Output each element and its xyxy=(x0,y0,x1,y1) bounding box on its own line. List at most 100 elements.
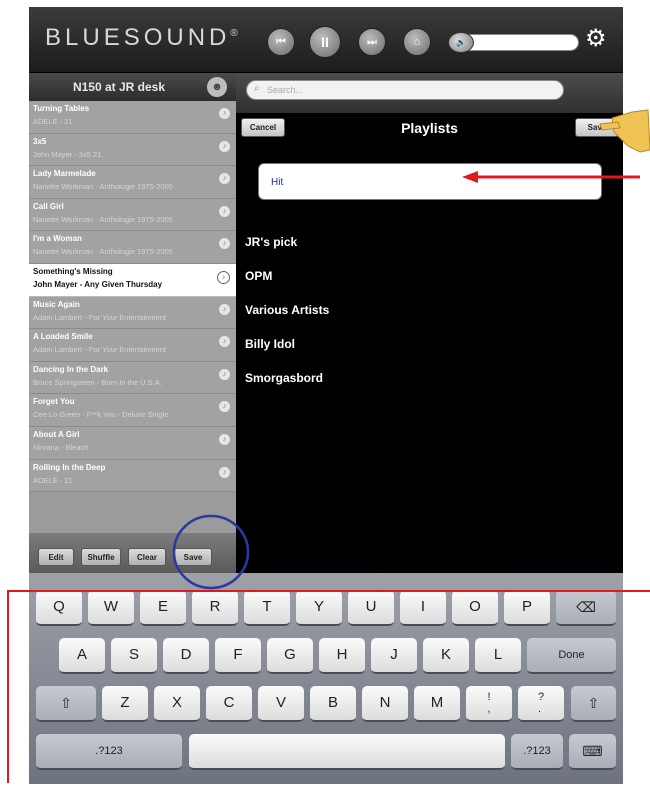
key-f[interactable]: F xyxy=(215,638,261,674)
playlist-item[interactable]: Various Artists xyxy=(245,303,329,317)
onscreen-keyboard: Q W E R T Y U I O P ⌫ A S D F G H J K L Done ⇧ Z X C V B N M! ,? . ⇧.… xyxy=(29,573,623,784)
key-k[interactable]: K xyxy=(423,638,469,674)
queue-toolbar: Edit Shuffle Clear Save xyxy=(29,533,236,573)
key-j[interactable]: J xyxy=(371,638,417,674)
key-row3-3[interactable]: V xyxy=(258,686,304,722)
hide-keyboard-key[interactable]: ⌨ xyxy=(569,734,616,770)
save-playlist-button[interactable]: Save xyxy=(575,118,619,137)
queue-item-title: Something's Missing xyxy=(33,266,113,276)
space-key[interactable] xyxy=(189,734,505,770)
queue-item-title: Dancing In the Dark xyxy=(33,364,109,374)
queue-item-info-icon[interactable]: ♪ xyxy=(219,433,230,445)
volume-slider[interactable]: 🔊 xyxy=(448,32,579,53)
queue-item[interactable]: A Loaded Smile Adam Lambert - For Your En… xyxy=(29,329,236,362)
playlist-item[interactable]: Billy Idol xyxy=(245,337,295,351)
key-row3-8[interactable]: ? . xyxy=(518,686,564,722)
key-row3-1[interactable]: X xyxy=(154,686,200,722)
queue-item-info-icon[interactable]: ♪ xyxy=(219,205,230,217)
brand-name: BLUESOUND xyxy=(45,24,231,51)
user-icon[interactable]: ☻ xyxy=(207,77,227,97)
queue-item[interactable]: About A Girl Nirvana - Bleach ♪ xyxy=(29,426,236,460)
queue-item-subtitle: John Mayer - Any Given Thursday xyxy=(33,279,163,289)
queue-item-info-icon[interactable]: ♪ xyxy=(219,368,230,380)
key-h[interactable]: H xyxy=(319,638,365,674)
key-u[interactable]: U xyxy=(348,590,394,626)
key-d[interactable]: D xyxy=(163,638,209,674)
queue-item-subtitle: Nirvana - Bleach xyxy=(33,442,89,452)
shift-key-left[interactable]: ⇧ xyxy=(36,686,96,722)
queue-item-title: Turning Tables xyxy=(33,104,90,113)
queue-item-subtitle: John Mayer - 3x5 21 xyxy=(33,149,102,159)
backspace-key[interactable]: ⌫ xyxy=(556,590,616,626)
numbers-key-right[interactable]: .?123 xyxy=(511,734,563,770)
queue-item[interactable]: Call Girl Nanette Workman - Anthologie 19… xyxy=(29,198,236,232)
queue-item-info-icon[interactable]: ♪ xyxy=(219,140,230,152)
edit-button[interactable]: Edit xyxy=(38,548,74,566)
home-button[interactable]: ⌂ xyxy=(403,28,431,56)
queue-item[interactable]: Something's Missing John Mayer - Any Give… xyxy=(29,263,236,297)
key-row3-4[interactable]: B xyxy=(310,686,356,722)
clear-button[interactable]: Clear xyxy=(128,548,166,566)
queue-item-title: A Loaded Smile xyxy=(33,332,93,342)
playlist-name-input[interactable] xyxy=(271,174,571,190)
key-t[interactable]: T xyxy=(244,590,290,626)
key-p[interactable]: P xyxy=(504,590,550,626)
key-row3-6[interactable]: M xyxy=(414,686,460,722)
key-i[interactable]: I xyxy=(400,590,446,626)
queue-list: Turning Tables ADELE - 21 ♪ 3x5 John Mayer -… xyxy=(29,101,236,493)
queue-item[interactable]: 3x5 John Mayer - 3x5 21 ♪ xyxy=(29,133,236,167)
key-l[interactable]: L xyxy=(475,638,521,674)
done-key[interactable]: Done xyxy=(527,638,616,674)
shift-key-right[interactable]: ⇧ xyxy=(571,686,616,722)
playlist-item[interactable]: JR's pick xyxy=(245,235,297,249)
playlist-name-field[interactable] xyxy=(258,163,602,200)
queue-item[interactable]: Rolling In the Deep ADELE - 21 ♪ xyxy=(29,459,236,493)
playlist-item[interactable]: Smorgasbord xyxy=(245,371,323,385)
search-field[interactable]: ⌕ xyxy=(246,80,564,100)
previous-icon: ⏮ xyxy=(276,35,286,48)
shuffle-button[interactable]: Shuffle xyxy=(81,548,121,566)
key-r[interactable]: R xyxy=(192,590,238,626)
queue-item[interactable]: Turning Tables ADELE - 21 ♪ xyxy=(29,101,236,134)
queue-item[interactable]: I'm a Woman Nanette Workman - Anthologie … xyxy=(29,231,236,264)
queue-item-info-icon[interactable]: ♪ xyxy=(217,270,230,284)
next-track-button[interactable]: ⏭ xyxy=(358,28,386,56)
queue-item[interactable]: Dancing In the Dark Bruce Springsteen - B… xyxy=(29,361,236,395)
playlists-header: Cancel Playlists Save xyxy=(236,113,623,143)
settings-button[interactable]: ⚙ xyxy=(585,27,607,51)
queue-item-info-icon[interactable]: ♪ xyxy=(219,108,230,119)
queue-item-title: Forget You xyxy=(33,397,75,407)
key-row3-5[interactable]: N xyxy=(362,686,408,722)
home-icon: ⌂ xyxy=(413,36,421,48)
queue-item-info-icon[interactable]: ♪ xyxy=(219,303,230,315)
key-row3-7[interactable]: ! , xyxy=(466,686,512,722)
key-q[interactable]: Q xyxy=(36,590,82,626)
volume-knob[interactable]: 🔊 xyxy=(448,32,474,53)
save-queue-button[interactable]: Save xyxy=(174,548,212,566)
user-glyph: ☻ xyxy=(211,81,223,93)
key-row3-2[interactable]: C xyxy=(206,686,252,722)
key-row3-0[interactable]: Z xyxy=(102,686,148,722)
numbers-key-left[interactable]: .?123 xyxy=(36,734,182,770)
key-a[interactable]: A xyxy=(59,638,105,674)
queue-item-subtitle: Bruce Springsteen - Born In the U.S.A. xyxy=(33,377,162,387)
key-y[interactable]: Y xyxy=(296,590,342,626)
key-g[interactable]: G xyxy=(267,638,313,674)
top-bar: BLUESOUND® ⏮ II ⏭ ⌂ 🔊 ⚙ xyxy=(29,7,623,73)
queue-item[interactable]: Forget You Cee Lo Green - F**k You - Delu… xyxy=(29,394,236,427)
playlist-item[interactable]: OPM xyxy=(245,269,272,283)
queue-item-subtitle: Adam Lambert - For Your Entertainment xyxy=(33,345,166,355)
brand-mark: ® xyxy=(230,28,242,39)
key-o[interactable]: O xyxy=(452,590,498,626)
key-e[interactable]: E xyxy=(140,590,186,626)
queue-item[interactable]: Music Again Adam Lambert - For Your Enter… xyxy=(29,296,236,330)
queue-item-info-icon[interactable]: ♪ xyxy=(219,466,230,478)
queue-item-subtitle: Adam Lambert - For Your Entertainment xyxy=(33,312,166,322)
key-w[interactable]: W xyxy=(88,590,134,626)
queue-item[interactable]: Lady Marmelade Nanette Workman - Antholog… xyxy=(29,166,236,199)
previous-track-button[interactable]: ⏮ xyxy=(267,28,295,56)
queue-item-title: About A Girl xyxy=(33,429,80,439)
key-s[interactable]: S xyxy=(111,638,157,674)
search-input[interactable] xyxy=(267,83,547,97)
pause-button[interactable]: II xyxy=(309,26,341,58)
